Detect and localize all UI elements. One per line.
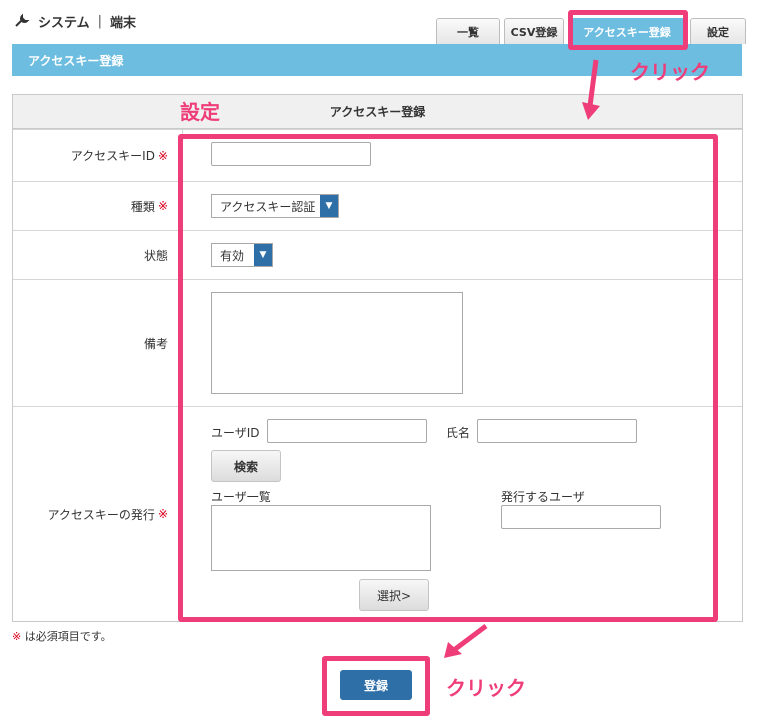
- highlight-tab-box: [568, 10, 688, 50]
- access-key-id-label: アクセスキーID: [70, 149, 155, 163]
- annotation-settings: 設定: [180, 100, 220, 124]
- tab-list[interactable]: 一覧: [436, 18, 500, 44]
- annotation-click-1: クリック: [630, 60, 710, 84]
- highlight-settings-box: [178, 134, 718, 622]
- highlight-register-box: [322, 656, 430, 716]
- status-label: 状態: [143, 248, 168, 263]
- arrow-down-icon: [582, 59, 600, 120]
- breadcrumb-separator: |: [97, 13, 103, 29]
- breadcrumb: システム | 端末: [14, 10, 136, 32]
- required-note-text: は必須項目です。: [24, 630, 112, 643]
- required-note: ※ は必須項目です。: [12, 628, 112, 644]
- required-mark: ※: [157, 148, 168, 163]
- form-header: アクセスキー登録: [13, 95, 742, 129]
- breadcrumb-page: 端末: [110, 15, 137, 31]
- breadcrumb-section[interactable]: システム: [38, 12, 90, 31]
- remarks-label: 備考: [143, 336, 168, 351]
- type-label: 種類: [130, 199, 155, 214]
- tab-settings[interactable]: 設定: [690, 18, 746, 44]
- arrow-down-left-icon: [444, 624, 488, 658]
- required-mark: ※: [157, 199, 168, 213]
- annotation-click-2: クリック: [446, 676, 526, 700]
- required-mark: ※: [12, 630, 22, 643]
- wrench-icon: [15, 13, 30, 27]
- tab-csv-register[interactable]: CSV登録: [504, 18, 564, 44]
- issue-access-key-label: アクセスキーの発行: [47, 507, 155, 522]
- required-mark: ※: [157, 507, 168, 521]
